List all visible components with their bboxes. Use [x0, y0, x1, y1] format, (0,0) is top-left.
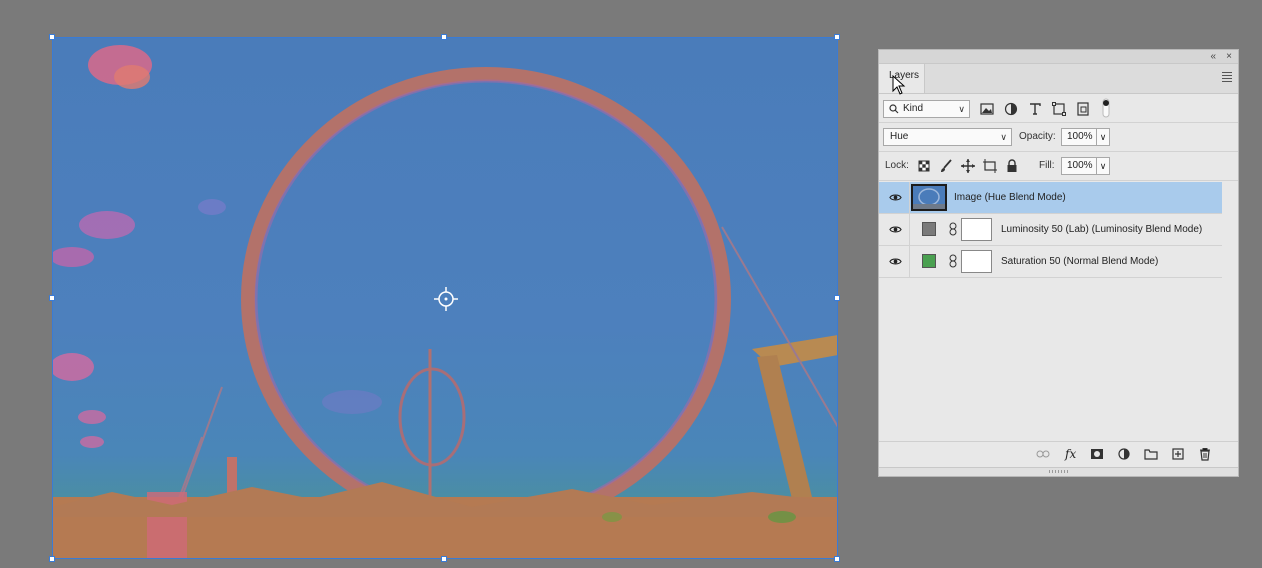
blend-mode-value: Hue	[890, 131, 909, 142]
smart-object-filter-icon[interactable]	[1075, 101, 1091, 117]
blend-mode-select[interactable]: Hue ∨	[883, 128, 1012, 146]
layer-row-luminosity[interactable]: Luminosity 50 (Lab) (Luminosity Blend Mo…	[879, 214, 1222, 246]
close-panel-icon[interactable]: ×	[1226, 50, 1232, 63]
search-icon	[889, 101, 899, 123]
layers-list: Image (Hue Blend Mode) Luminosity 50 (La…	[879, 182, 1222, 278]
blend-row: Hue ∨ Opacity: 100% ∨	[879, 123, 1238, 152]
fill-dropdown-icon[interactable]: ∨	[1096, 157, 1110, 175]
transform-handle-right[interactable]	[834, 295, 840, 301]
transform-handle-top-right[interactable]	[834, 34, 840, 40]
layer-thumbnail	[911, 184, 947, 211]
chain-link-icon[interactable]	[949, 222, 957, 236]
layer-row-image[interactable]: Image (Hue Blend Mode)	[879, 182, 1222, 214]
visibility-eye-icon[interactable]	[889, 223, 902, 236]
lock-paint-icon[interactable]	[938, 158, 954, 174]
fx-icon[interactable]: fx	[1065, 447, 1079, 461]
filter-toggle-icon[interactable]	[1099, 98, 1113, 118]
new-group-icon[interactable]	[1144, 447, 1158, 461]
reference-point-icon[interactable]	[434, 287, 458, 311]
lock-artboard-icon[interactable]	[982, 158, 998, 174]
type-filter-icon[interactable]	[1027, 101, 1043, 117]
visibility-eye-icon[interactable]	[889, 255, 902, 268]
adjustment-layer-icon[interactable]	[1117, 447, 1131, 461]
panel-title-bar[interactable]: « ×	[879, 50, 1238, 64]
panel-tab-bar: Layers	[879, 64, 1238, 94]
lock-all-icon[interactable]	[1004, 158, 1020, 174]
chevron-down-icon: ∨	[1000, 132, 1007, 142]
fill-input[interactable]: 100%	[1061, 157, 1097, 175]
transform-handle-top[interactable]	[441, 34, 447, 40]
lock-row: Lock: Fill: 100% ∨	[879, 152, 1238, 181]
new-layer-icon[interactable]	[1171, 447, 1185, 461]
filter-kind-label: Kind	[903, 103, 924, 114]
visibility-column-divider	[909, 246, 910, 277]
filter-kind-select[interactable]: Kind ∨	[883, 100, 970, 118]
link-layers-icon[interactable]	[1036, 447, 1050, 461]
lock-label: Lock:	[885, 160, 909, 171]
transform-handle-bottom-right[interactable]	[834, 556, 840, 562]
layer-name: Image (Hue Blend Mode)	[954, 192, 1066, 203]
image-filter-icon[interactable]	[979, 101, 995, 117]
opacity-label: Opacity:	[1019, 131, 1056, 142]
lock-position-icon[interactable]	[960, 158, 976, 174]
panel-resize-bar[interactable]	[879, 467, 1238, 476]
visibility-column-divider	[909, 214, 910, 245]
filter-row: Kind ∨	[879, 94, 1238, 123]
layer-color-swatch	[922, 222, 936, 236]
delete-layer-icon[interactable]	[1198, 447, 1212, 461]
shape-filter-icon[interactable]	[1051, 101, 1067, 117]
visibility-eye-icon[interactable]	[889, 191, 902, 204]
layer-mask-thumbnail[interactable]	[961, 218, 992, 241]
visibility-column-divider	[909, 182, 910, 213]
chevron-down-icon: ∨	[958, 104, 965, 114]
mouse-cursor-icon	[892, 75, 906, 95]
transform-handle-bottom[interactable]	[441, 556, 447, 562]
layer-row-saturation[interactable]: Saturation 50 (Normal Blend Mode)	[879, 246, 1222, 278]
layers-footer: fx	[879, 441, 1238, 466]
add-mask-icon[interactable]	[1090, 447, 1104, 461]
layer-name: Saturation 50 (Normal Blend Mode)	[1001, 256, 1159, 267]
layers-panel: « × Layers Kind ∨ Hue ∨ Opacity: 100% ∨	[878, 49, 1239, 477]
opacity-input[interactable]: 100%	[1061, 128, 1097, 146]
adjustment-filter-icon[interactable]	[1003, 101, 1019, 117]
layer-color-swatch	[922, 254, 936, 268]
opacity-dropdown-icon[interactable]: ∨	[1096, 128, 1110, 146]
layer-name: Luminosity 50 (Lab) (Luminosity Blend Mo…	[1001, 224, 1203, 235]
transform-handle-left[interactable]	[49, 295, 55, 301]
resize-grip-icon[interactable]	[1049, 470, 1069, 473]
chain-link-icon[interactable]	[949, 254, 957, 268]
transform-handle-bottom-left[interactable]	[49, 556, 55, 562]
collapse-panel-icon[interactable]: «	[1210, 50, 1216, 63]
layer-mask-thumbnail[interactable]	[961, 250, 992, 273]
transform-handle-top-left[interactable]	[49, 34, 55, 40]
panel-menu-icon[interactable]	[1222, 72, 1232, 84]
fill-label: Fill:	[1039, 160, 1055, 171]
lock-transparent-icon[interactable]	[916, 158, 932, 174]
